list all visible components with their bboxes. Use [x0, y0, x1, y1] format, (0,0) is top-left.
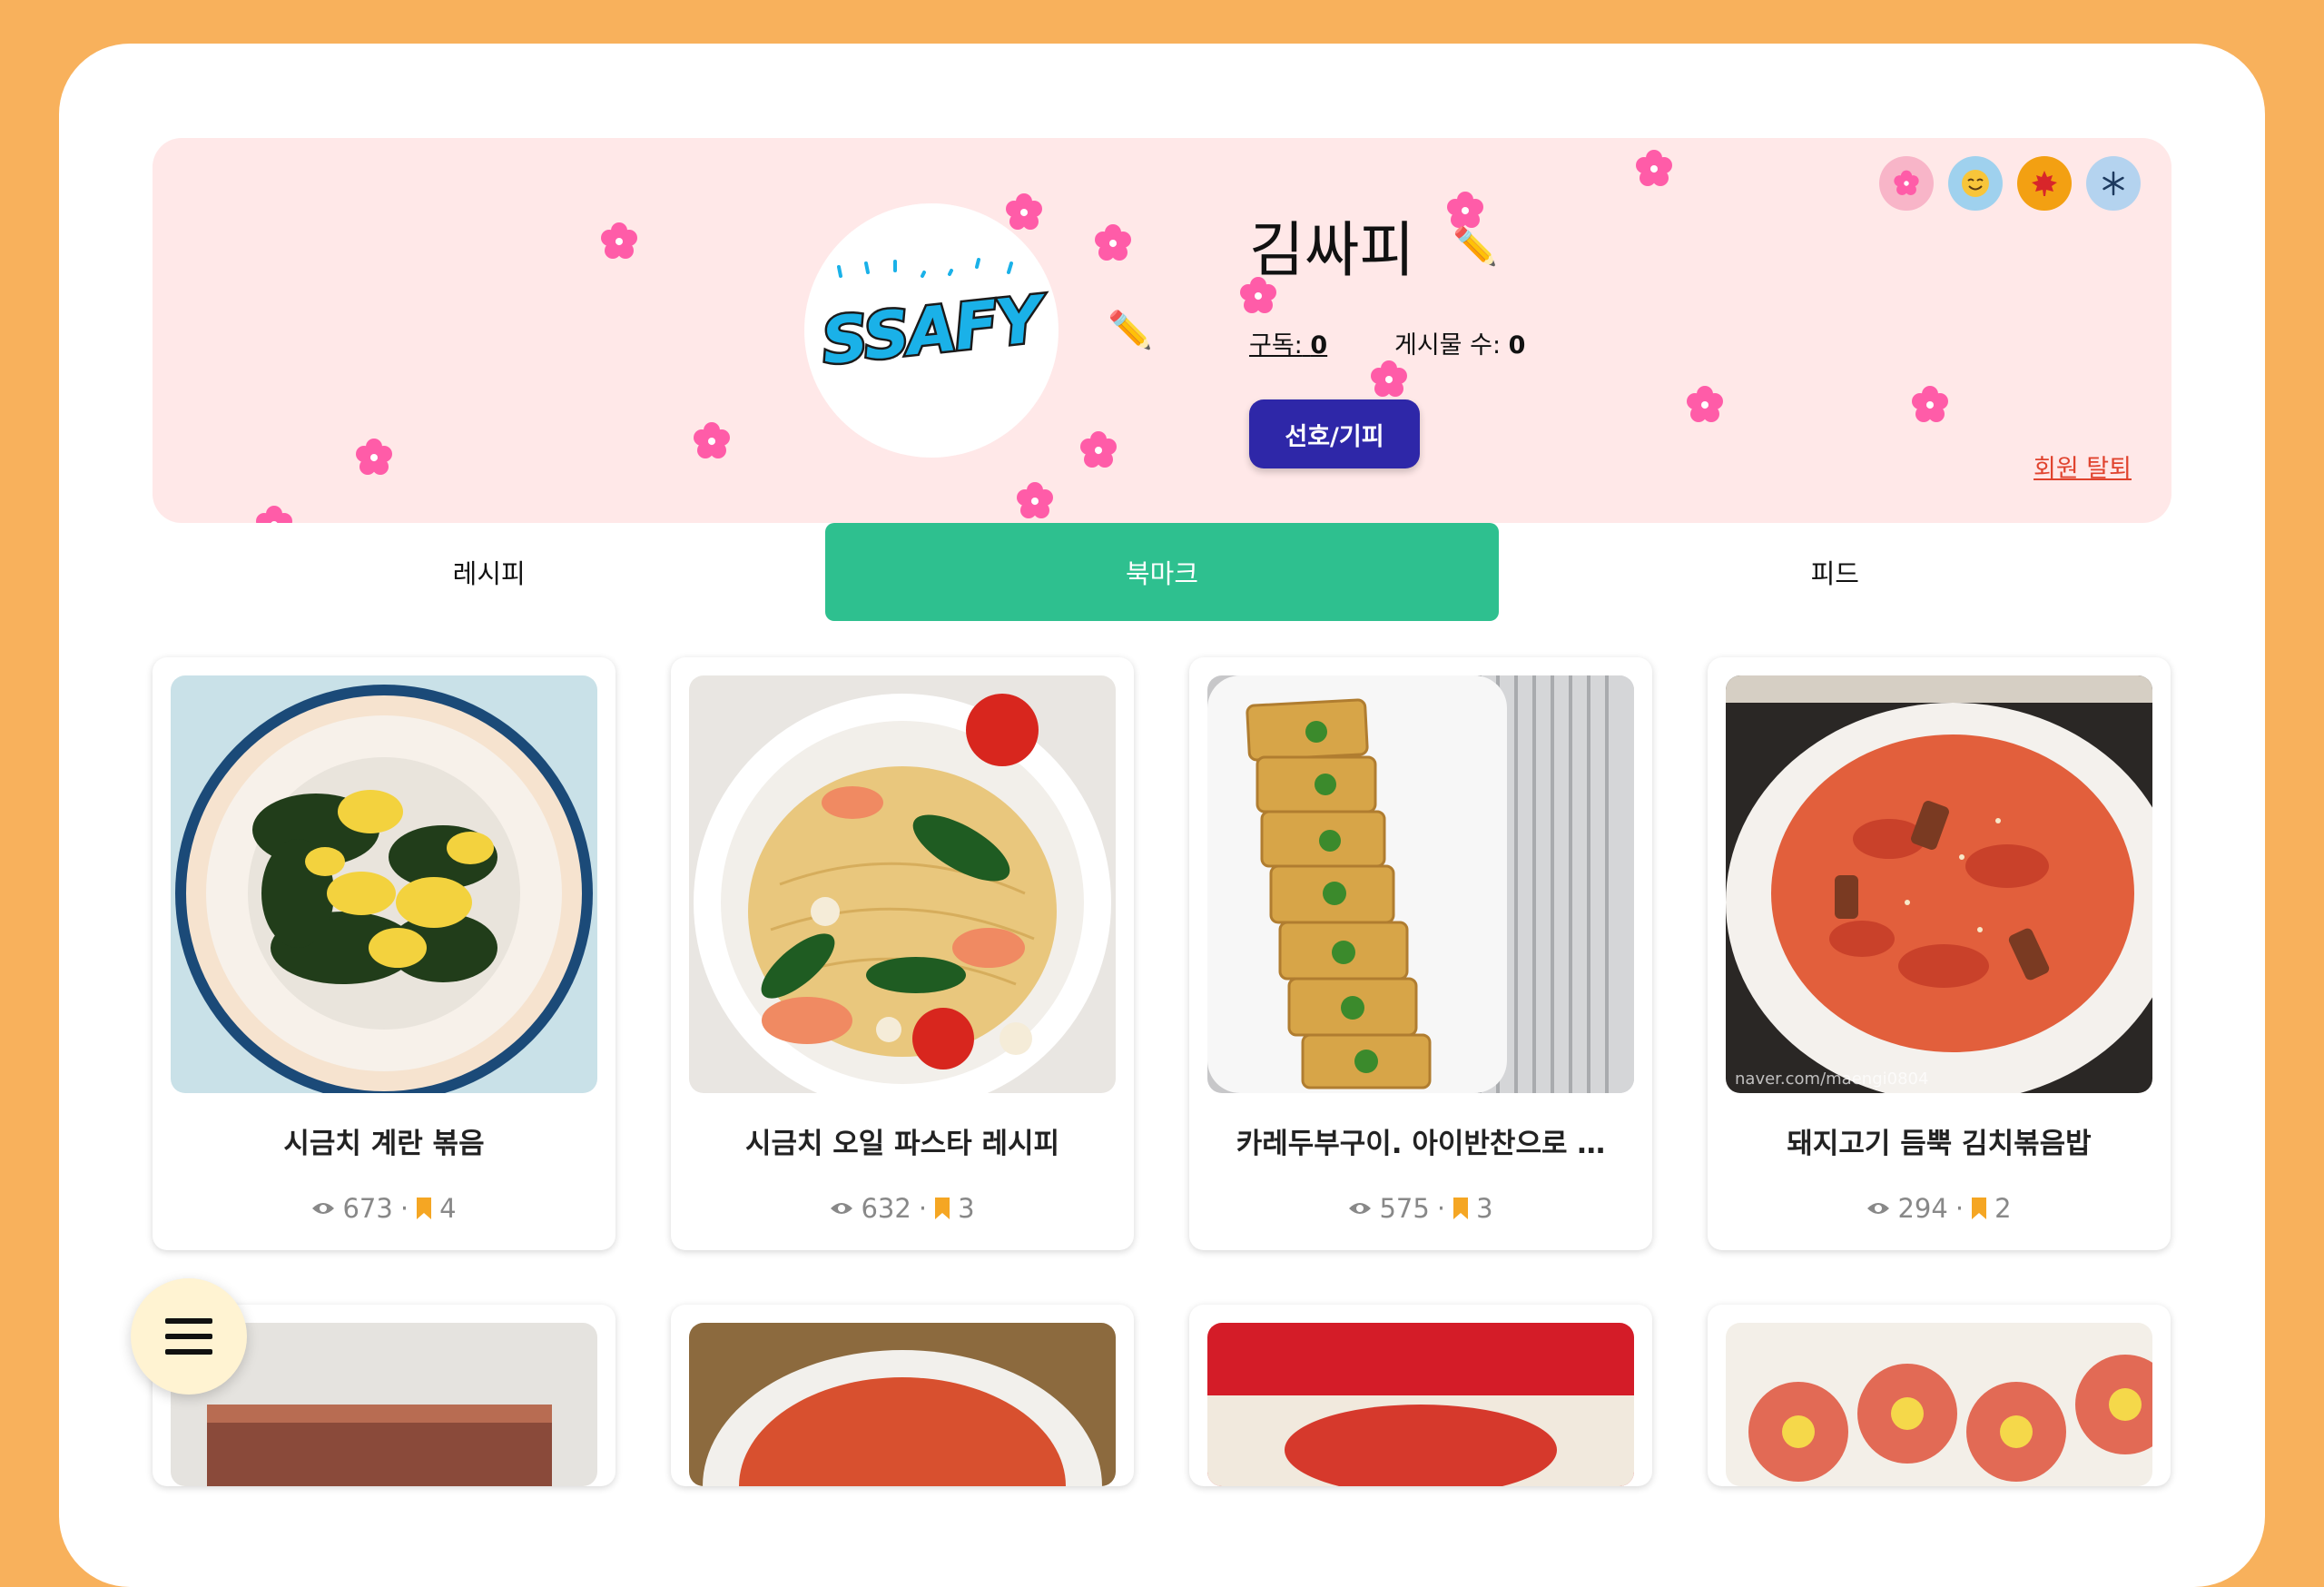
profile-tabs: 레시피 북마크 피드	[153, 523, 2171, 621]
hamburger-menu-icon[interactable]	[131, 1278, 247, 1395]
profile-stats: 구독: 0 게시물 수: 0	[1249, 325, 1525, 360]
recipe-image	[1207, 675, 1634, 1093]
tab-bookmark[interactable]: 북마크	[825, 523, 1499, 621]
meta-separator: ·	[1436, 1193, 1446, 1224]
bookmark-count: 3	[1476, 1193, 1493, 1224]
theme-selector	[1879, 156, 2141, 211]
meta-separator: ·	[918, 1193, 928, 1224]
posts-stat: 게시물 수: 0	[1394, 325, 1525, 360]
recipe-meta: 673 · 4	[153, 1193, 615, 1224]
recipe-card[interactable]	[671, 1305, 1134, 1486]
recipe-title: 시금치 오일 파스타 레시피	[744, 1128, 1060, 1160]
bookmark-icon	[935, 1198, 950, 1219]
recipe-card[interactable]: 시금치 계란 볶음 673 · 4	[153, 657, 615, 1250]
meta-separator: ·	[1955, 1193, 1965, 1224]
edit-name-pencil-icon[interactable]: ✏️	[1452, 229, 1498, 265]
eye-icon	[1349, 1203, 1372, 1214]
svg-text:naver.com/maengi0804: naver.com/maengi0804	[1735, 1070, 1928, 1089]
posts-label: 게시물 수:	[1394, 331, 1502, 360]
view-count: 575	[1379, 1193, 1430, 1224]
avatar-dashes-decoration	[837, 258, 1013, 278]
blossom-icon	[1078, 430, 1118, 470]
withdraw-link[interactable]: 회원 탈퇴	[2034, 448, 2132, 484]
blossom-icon	[1004, 192, 1044, 232]
blossom-icon	[354, 438, 394, 478]
blossom-icon	[1634, 149, 1674, 189]
recipe-card[interactable]	[1708, 1305, 2171, 1486]
bookmark-count: 4	[439, 1193, 457, 1224]
bookmark-icon	[1453, 1198, 1469, 1219]
recipe-image	[171, 675, 597, 1093]
recipe-meta: 632 · 3	[671, 1193, 1134, 1224]
recipe-card[interactable]: 카레두부구이. 아이반찬으로 … 575 · 3	[1189, 657, 1652, 1250]
smile-theme-icon[interactable]	[1948, 156, 2003, 211]
blossom-icon	[1445, 191, 1485, 231]
blossom-icon	[254, 505, 294, 523]
subscribe-label: 구독:	[1249, 331, 1303, 360]
bookmark-count: 2	[1994, 1193, 2012, 1224]
recipe-image: naver.com/maengi0804	[1726, 675, 2152, 1093]
profile-header: SSAFY ✏️ 김싸피 ✏️ 구독: 0 게시물 수: 0 선호/기피 회원 …	[153, 138, 2171, 523]
bookmark-icon	[417, 1198, 432, 1219]
recipe-title: 돼지고기 듬뿍 김치볶음밥	[1787, 1128, 2092, 1160]
bookmark-count: 3	[958, 1193, 975, 1224]
blossom-icon	[692, 421, 732, 461]
tab-feed[interactable]: 피드	[1499, 523, 2171, 621]
recipe-meta: 575 · 3	[1189, 1193, 1652, 1224]
blossom-icon	[599, 222, 639, 261]
blossom-icon	[1685, 385, 1725, 425]
recipe-card[interactable]	[1189, 1305, 1652, 1486]
avatar: SSAFY	[804, 203, 1059, 458]
meta-separator: ·	[399, 1193, 409, 1224]
view-count: 294	[1897, 1193, 1948, 1224]
recipe-card[interactable]: naver.com/maengi0804 돼지고기 듬뿍 김치볶음밥 294 ·…	[1708, 657, 2171, 1250]
recipe-image	[689, 675, 1116, 1093]
tab-recipe[interactable]: 레시피	[153, 523, 825, 621]
subscribe-count: 0	[1310, 331, 1328, 360]
recipe-meta: 294 · 2	[1708, 1193, 2171, 1224]
view-count: 632	[861, 1193, 911, 1224]
posts-count: 0	[1508, 331, 1526, 360]
recipe-card[interactable]: 시금치 오일 파스타 레시피 632 · 3	[671, 657, 1134, 1250]
maple-leaf-theme-icon[interactable]	[2017, 156, 2072, 211]
blossom-icon	[1093, 223, 1133, 263]
bookmark-grid: 시금치 계란 볶음 673 · 4 시금치 오일 파스타 레시피 632 · 3…	[153, 657, 2171, 1486]
recipe-title: 카레두부구이. 아이반찬으로 …	[1236, 1128, 1606, 1160]
preference-button[interactable]: 선호/기피	[1249, 399, 1420, 468]
blossom-icon	[1910, 385, 1950, 425]
subscribe-stat[interactable]: 구독: 0	[1249, 331, 1327, 360]
blossom-icon	[1369, 360, 1409, 399]
bookmark-icon	[1972, 1198, 1987, 1219]
snowflake-theme-icon[interactable]	[2086, 156, 2141, 211]
blossom-icon	[1015, 481, 1055, 521]
eye-icon	[831, 1203, 853, 1214]
eye-icon	[312, 1203, 335, 1214]
eye-icon	[1867, 1203, 1890, 1214]
recipe-image	[689, 1323, 1116, 1486]
avatar-logo-text: SSAFY	[816, 280, 1046, 381]
recipe-title: 시금치 계란 볶음	[283, 1128, 485, 1160]
recipe-image	[1207, 1323, 1634, 1486]
recipe-image	[1726, 1323, 2152, 1486]
view-count: 673	[342, 1193, 393, 1224]
edit-avatar-pencil-icon[interactable]: ✏️	[1108, 312, 1153, 349]
blossom-theme-icon[interactable]	[1879, 156, 1934, 211]
profile-name: 김싸피	[1249, 215, 1415, 285]
